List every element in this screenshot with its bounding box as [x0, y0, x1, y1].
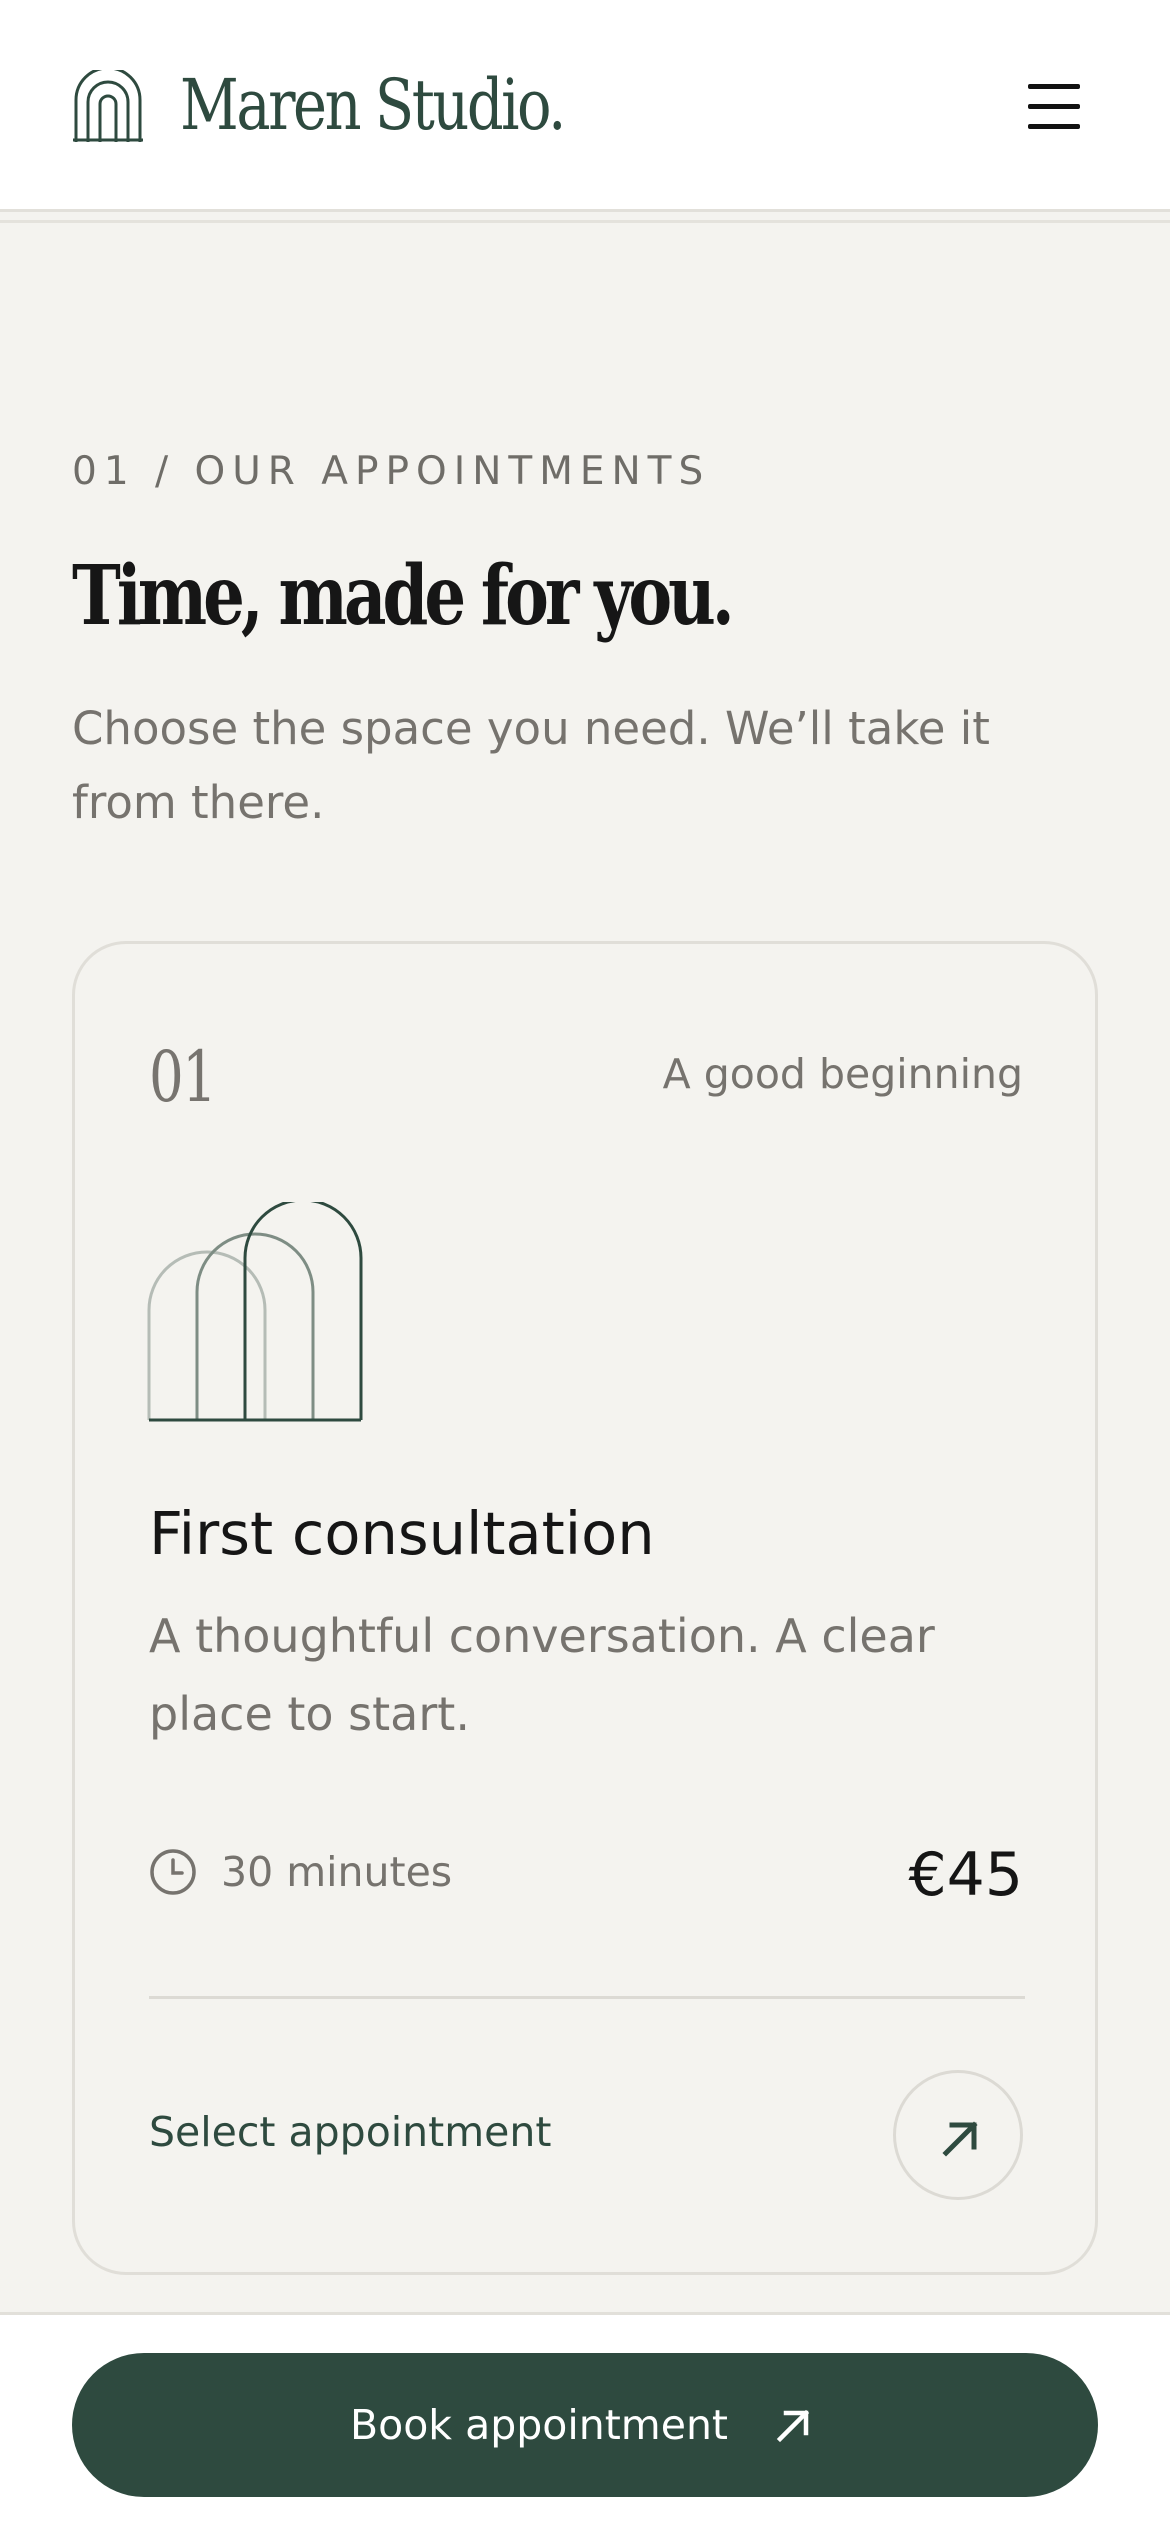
section-intro: Choose the space you need. We’ll take it… [72, 702, 990, 829]
duration-text: 30 minutes [221, 1848, 453, 1896]
arrow-up-right-icon [942, 2121, 978, 2157]
select-appointment-link[interactable]: Select appointment [149, 2104, 551, 2160]
brand-name[interactable]: Maren Studio. [180, 60, 566, 150]
clock-icon [149, 1848, 197, 1896]
app-header: Maren Studio. [0, 0, 1170, 212]
book-appointment-label: Book appointment [350, 2401, 729, 2449]
card-description: A thoughtful conversation. A clear place… [149, 1609, 935, 1741]
arch-logo-icon[interactable] [73, 66, 143, 142]
appointment-card[interactable]: 01 A good beginning First consultation A… [72, 941, 1098, 2275]
arrow-up-right-icon [776, 2409, 810, 2443]
book-appointment-button[interactable]: Book appointment [72, 2353, 1098, 2497]
card-title: First consultation [149, 1499, 655, 1568]
arches-icon [147, 1198, 367, 1422]
header-divider [0, 220, 1170, 223]
menu-button[interactable] [1022, 78, 1092, 136]
section-title: Time, made for you. [72, 548, 735, 644]
section-eyebrow: 01 / OUR APPOINTMENTS [72, 449, 711, 494]
price-text: €45 [908, 1840, 1023, 1910]
card-divider [149, 1996, 1025, 1999]
select-appointment-button[interactable] [893, 2070, 1023, 2200]
card-tag: A good beginning [662, 1050, 1023, 1098]
card-number: 01 [149, 1036, 217, 1118]
bottom-action-bar: Book appointment [0, 2312, 1170, 2532]
